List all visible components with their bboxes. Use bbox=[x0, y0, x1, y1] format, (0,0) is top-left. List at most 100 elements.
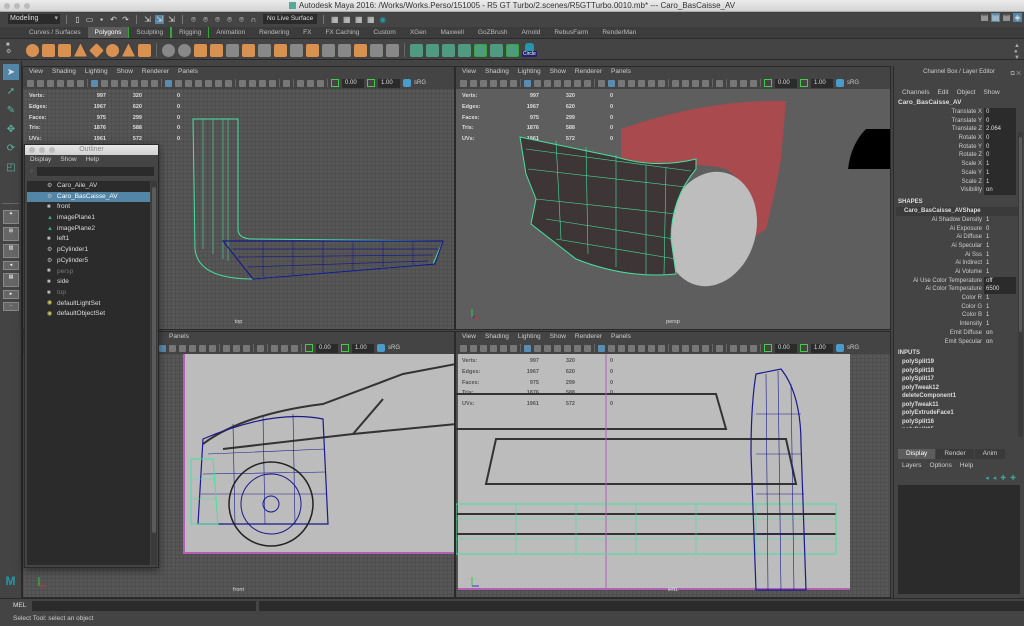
menu-shading[interactable]: Shading bbox=[52, 67, 76, 77]
outliner-titlebar[interactable]: Outliner bbox=[25, 145, 158, 155]
viewport-canvas[interactable]: Verts: 997 320 0 Edges: 1967 620 0 Faces: 975 29… bbox=[456, 89, 890, 329]
planar-uv-icon[interactable] bbox=[386, 43, 399, 57]
xray-joints-icon[interactable] bbox=[243, 344, 250, 352]
outliner-scrollbar[interactable] bbox=[151, 181, 157, 565]
shape-attr-row[interactable]: Ai Use Color Temperature off bbox=[894, 276, 1024, 286]
wireframe-icon[interactable] bbox=[159, 344, 166, 352]
wireframe-icon[interactable] bbox=[598, 79, 605, 87]
channel-row[interactable]: Translate Z 2.064 bbox=[894, 125, 1024, 135]
channel-row[interactable]: Rotate Z0 bbox=[894, 151, 1024, 161]
command-language-label[interactable]: MEL bbox=[13, 601, 26, 611]
channel-box-scrollbar[interactable] bbox=[1018, 132, 1023, 437]
outliner-item[interactable]: ■ left1 bbox=[27, 234, 150, 245]
custom-layout-icon[interactable]: ·· bbox=[3, 302, 19, 311]
channel-row[interactable]: Translate Y0 bbox=[894, 116, 1024, 126]
input-node[interactable]: polyExtrudeFace1 bbox=[894, 409, 1024, 418]
shadows-icon[interactable] bbox=[215, 79, 222, 87]
zoom-window-button[interactable] bbox=[49, 147, 55, 153]
shelf-tab-animation[interactable]: Animation bbox=[209, 27, 252, 38]
target-weld-icon[interactable] bbox=[354, 43, 367, 57]
grease-pencil-icon[interactable] bbox=[510, 79, 517, 87]
menu-view[interactable]: View bbox=[462, 332, 476, 342]
bookmark-icon[interactable] bbox=[47, 79, 54, 87]
image-plane-icon[interactable] bbox=[490, 344, 497, 352]
gamma-icon[interactable] bbox=[367, 79, 375, 87]
outliner-window-controls[interactable] bbox=[29, 147, 55, 153]
menu-lighting[interactable]: Lighting bbox=[85, 67, 108, 77]
snap-grid-icon[interactable]: ⌾ bbox=[189, 15, 198, 24]
xray-icon[interactable] bbox=[682, 79, 689, 87]
exposure-icon[interactable] bbox=[305, 344, 313, 352]
shelf-tab-gozbrush[interactable]: GoZBrush bbox=[471, 27, 515, 38]
camera-icon[interactable] bbox=[27, 79, 34, 87]
2d-pan-zoom-icon[interactable] bbox=[67, 79, 74, 87]
shelf-tab-fx[interactable]: FX bbox=[296, 27, 318, 38]
safe-action-icon[interactable] bbox=[141, 79, 148, 87]
shelf-tab-curves-surfaces[interactable]: Curves / Surfaces bbox=[22, 27, 88, 38]
cb-menu-edit[interactable]: Edit bbox=[937, 88, 948, 98]
xray-joints-icon[interactable] bbox=[692, 79, 699, 87]
color-management-icon[interactable] bbox=[403, 79, 411, 87]
wireframe-icon[interactable] bbox=[165, 79, 172, 87]
poly-cube-icon[interactable] bbox=[42, 43, 55, 57]
channel-row[interactable]: Scale Y1 bbox=[894, 168, 1024, 178]
poly-cylinder-icon[interactable] bbox=[58, 43, 71, 57]
average-vertices-icon[interactable] bbox=[242, 43, 255, 57]
ambient-occlusion-icon[interactable] bbox=[658, 79, 665, 87]
shelf-tab-xgen[interactable]: XGen bbox=[403, 27, 434, 38]
menu-shading[interactable]: Shading bbox=[485, 332, 509, 342]
gamma-field[interactable]: 1.00 bbox=[352, 343, 374, 353]
shelf-scroll-arrows[interactable]: ▲ ● ▼ bbox=[1014, 43, 1020, 61]
two-view-layout-icon[interactable]: ▥ bbox=[3, 244, 19, 258]
shape-attr-row[interactable]: Ai Diffuse 1 bbox=[894, 233, 1024, 242]
shape-attr-row[interactable]: Emit Specular on bbox=[894, 338, 1024, 347]
grease-pencil-icon[interactable] bbox=[77, 79, 84, 87]
gamma-field[interactable]: 1.00 bbox=[378, 78, 400, 88]
menu-view[interactable]: View bbox=[462, 67, 476, 77]
field-chart-icon[interactable] bbox=[564, 79, 571, 87]
smooth-shade-icon[interactable] bbox=[608, 79, 615, 87]
smooth-shade-icon[interactable] bbox=[169, 344, 176, 352]
layer-tab-anim[interactable]: Anim bbox=[974, 449, 1006, 459]
cb-menu-show[interactable]: Show bbox=[983, 88, 999, 98]
shelf-tab-rigging[interactable]: Rigging bbox=[171, 27, 210, 38]
custom-tool-7-icon[interactable] bbox=[506, 43, 519, 57]
close-window-button[interactable] bbox=[29, 147, 35, 153]
menu-renderer[interactable]: Renderer bbox=[142, 67, 169, 77]
render-view-icon[interactable]: ▦ bbox=[330, 15, 339, 24]
xray-icon[interactable] bbox=[682, 344, 689, 352]
gamma-icon[interactable] bbox=[800, 344, 808, 352]
modeling-toolkit-icon[interactable]: ▤ bbox=[980, 13, 989, 22]
anti-aliasing-icon[interactable] bbox=[317, 79, 324, 87]
ambient-occlusion-icon[interactable] bbox=[225, 79, 232, 87]
outliner-item[interactable]: ▲ imagePlane2 bbox=[27, 224, 150, 235]
shelf-tab-arnold[interactable]: Arnold bbox=[515, 27, 548, 38]
render-settings-icon[interactable]: ▦ bbox=[366, 15, 375, 24]
menu-lighting[interactable]: Lighting bbox=[518, 67, 541, 77]
scale-tool-icon[interactable]: ◰ bbox=[3, 159, 19, 175]
graph-editor-layout-icon[interactable]: ▤ bbox=[3, 273, 19, 287]
menu-panels[interactable]: Panels bbox=[178, 67, 198, 77]
isolate-select-icon[interactable] bbox=[239, 79, 246, 87]
outliner-item[interactable]: ⚙ pCylinder1 bbox=[27, 245, 150, 256]
select-tool-icon[interactable]: ➤ bbox=[3, 64, 19, 80]
move-layer-down-icon[interactable]: ◂ bbox=[993, 474, 997, 482]
hypershade-layout-icon[interactable]: ▸ bbox=[3, 290, 19, 299]
channel-row[interactable]: Translate X0 bbox=[894, 108, 1024, 117]
boolean-icon[interactable] bbox=[226, 43, 239, 57]
gamma-field[interactable]: 1.00 bbox=[811, 78, 833, 88]
xray-icon[interactable] bbox=[233, 344, 240, 352]
minimize-window-button[interactable] bbox=[14, 3, 20, 9]
new-layer-selected-icon[interactable]: ✚ bbox=[1010, 474, 1016, 482]
film-gate-icon[interactable] bbox=[101, 79, 108, 87]
menu-show[interactable]: Show bbox=[550, 332, 566, 342]
window-controls[interactable] bbox=[4, 3, 30, 9]
poly-plane-icon[interactable] bbox=[89, 42, 104, 58]
outliner-item[interactable]: ⚙ pCylinder5 bbox=[27, 256, 150, 267]
snap-point-icon[interactable]: ⌾ bbox=[213, 15, 222, 24]
use-all-lights-icon[interactable] bbox=[638, 79, 645, 87]
outliner-item[interactable]: ▲ imagePlane1 bbox=[27, 213, 150, 224]
cb-menu-channels[interactable]: Channels bbox=[902, 88, 929, 98]
color-management-icon[interactable] bbox=[377, 344, 385, 352]
field-chart-icon[interactable] bbox=[131, 79, 138, 87]
